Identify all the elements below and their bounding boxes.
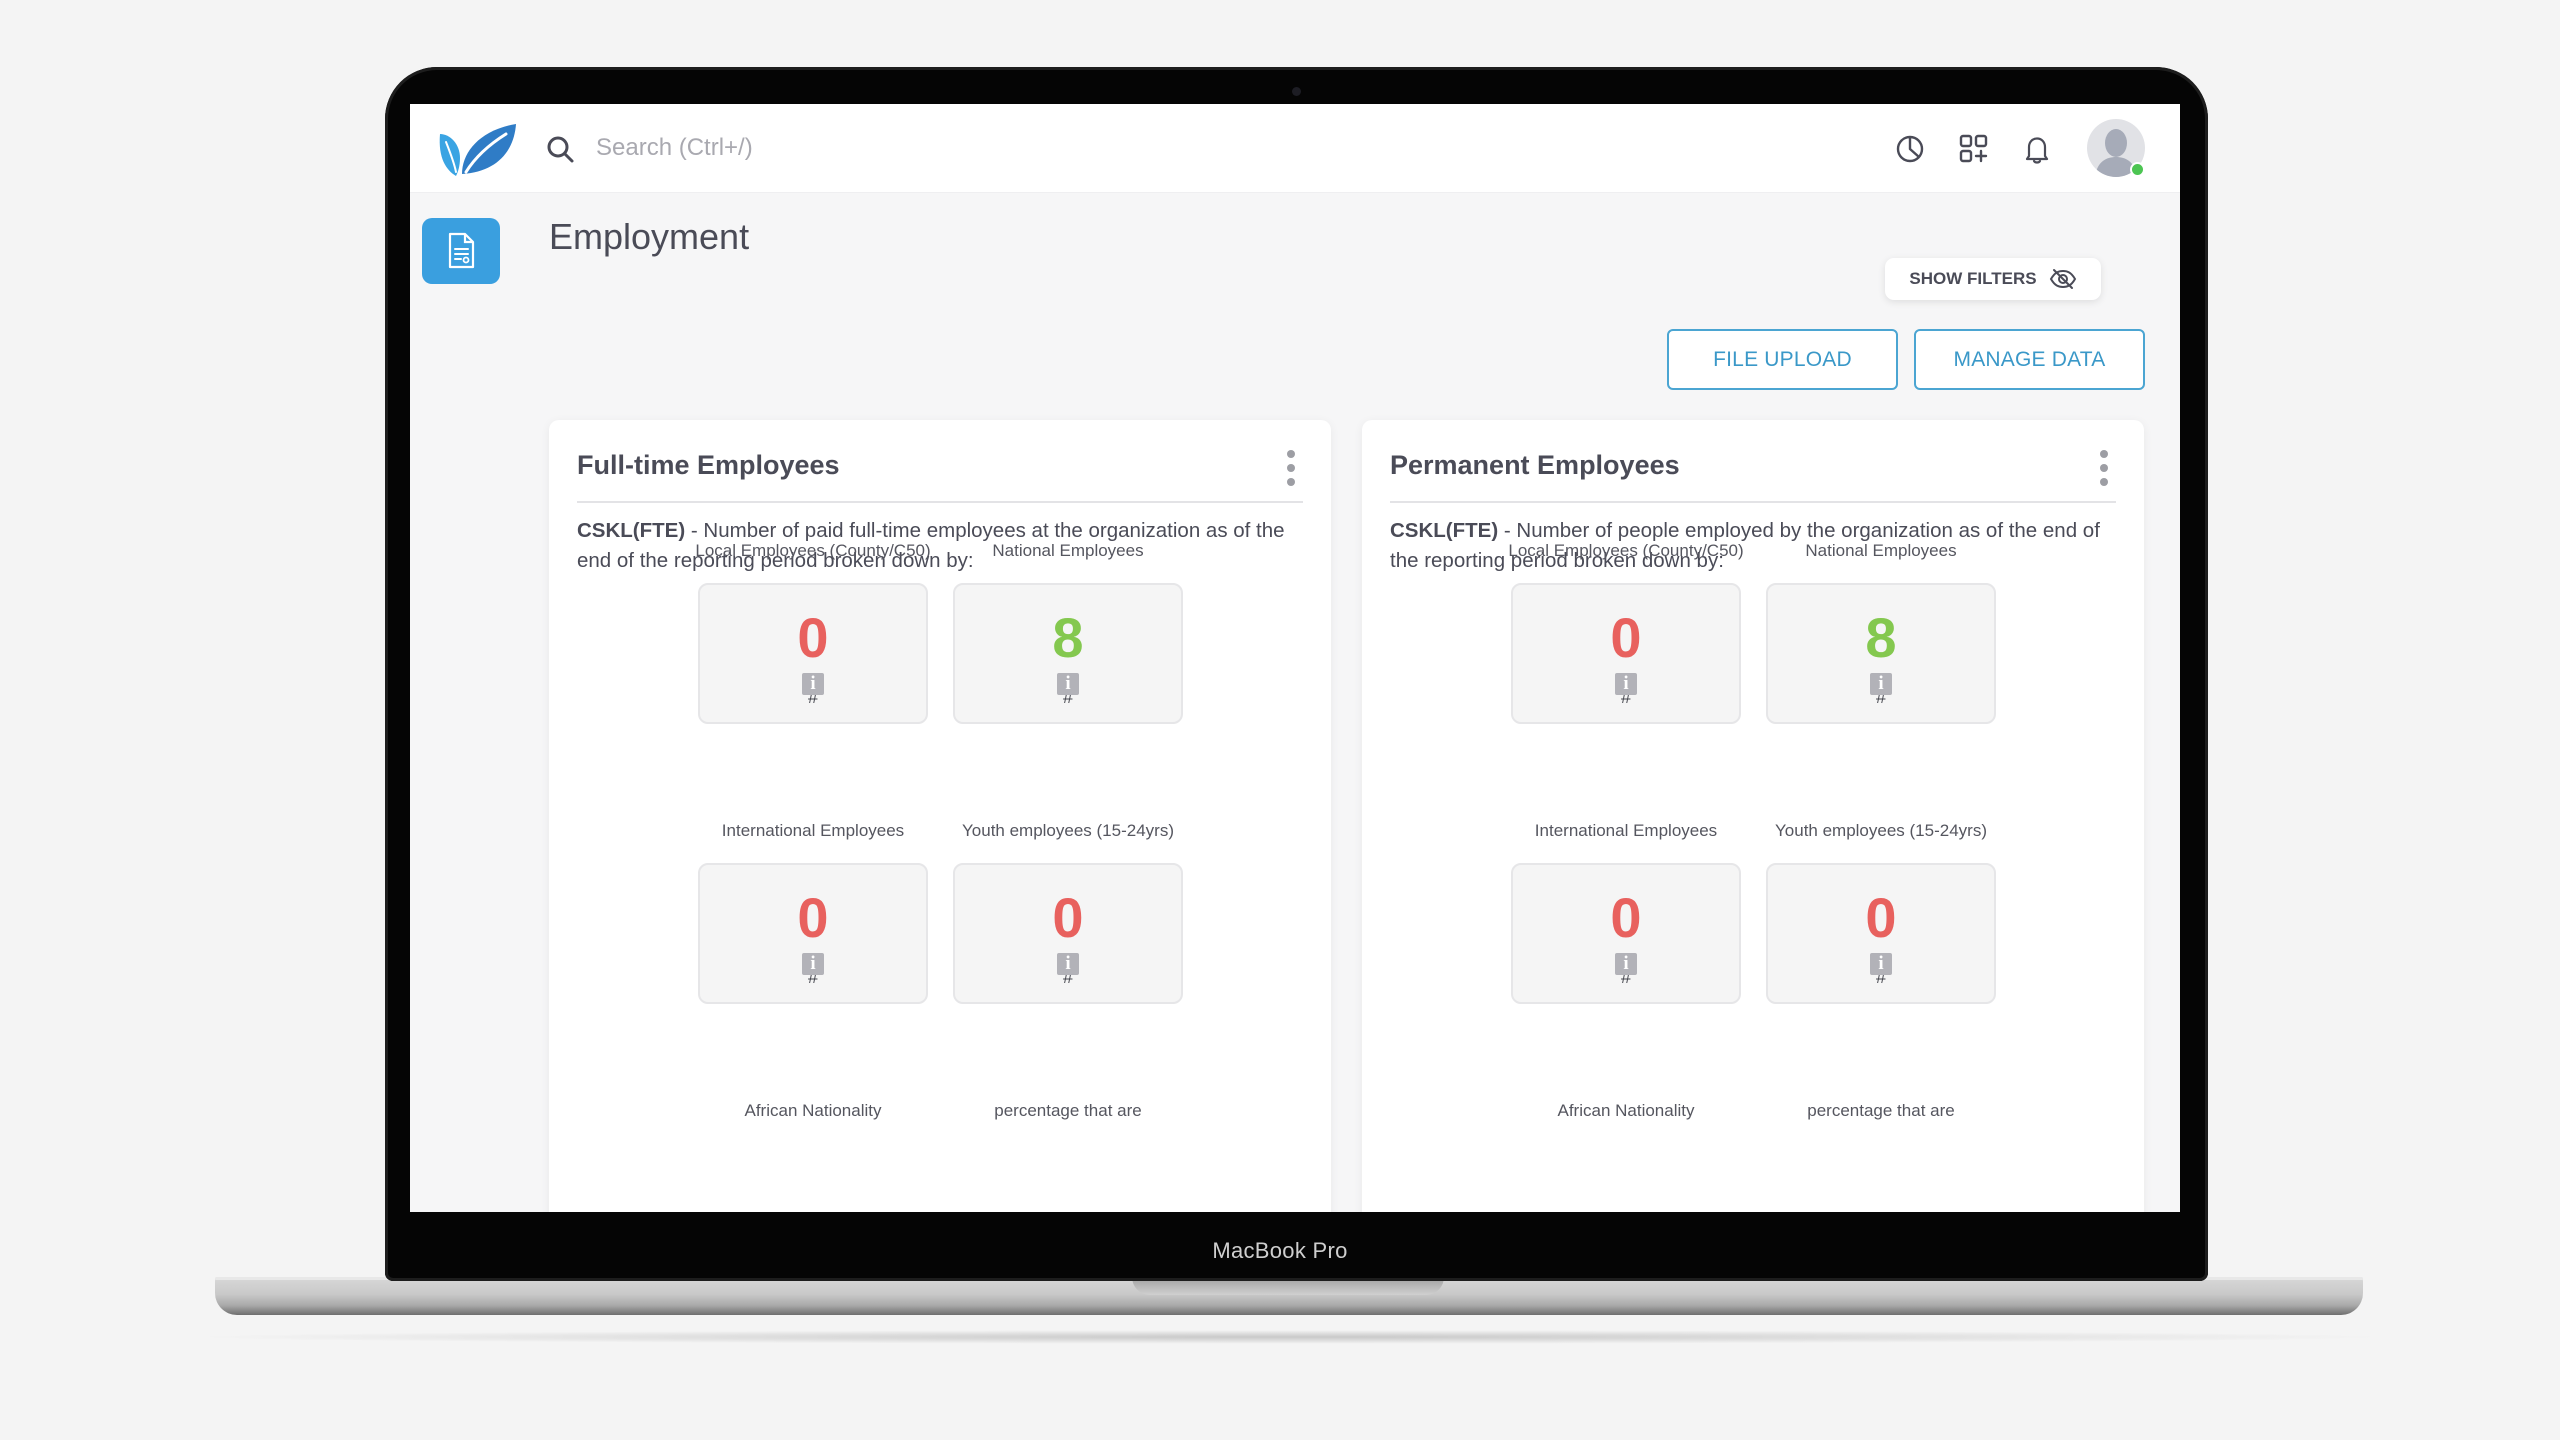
stage: MacBook Pro Search (Ctrl+/) Employment S… [0,0,2560,1440]
camera-icon [1292,87,1301,96]
info-icon[interactable]: i [1057,673,1079,695]
metric-label: International Employees [1534,821,1718,840]
card-permanent-employees: Permanent Employees CSKL(FTE) - Number o… [1362,420,2144,1212]
manage-data-button[interactable]: MANAGE DATA [1914,329,2145,390]
info-icon[interactable]: i [1870,673,1892,695]
metric-value: 0 [1865,886,1897,949]
device-label: MacBook Pro [1212,1238,1348,1263]
top-bar [410,104,2180,193]
card-divider [1390,501,2116,503]
laptop-shadow [180,1330,2400,1344]
card-title: Full-time Employees [577,450,840,480]
metric-tile[interactable]: 0 # [1511,583,1741,724]
info-icon[interactable]: i [1615,673,1637,695]
card-divider [577,501,1303,503]
metric-value: 0 [797,886,829,949]
card-title: Permanent Employees [1390,450,1680,480]
metric-label: National Employees [1805,541,1957,560]
kebab-menu-icon[interactable] [2098,450,2110,486]
online-status-indicator [2130,162,2145,177]
metric-tile[interactable]: 8 # [953,583,1183,724]
info-icon[interactable]: i [802,953,824,975]
metric-value: 8 [1865,606,1897,669]
metric-label: Youth employees (15-24yrs) [1775,821,1987,840]
eye-off-icon [2049,269,2076,289]
metric-tile[interactable]: 0 # [1511,863,1741,1004]
metric-label: National Employees [992,541,1144,560]
bell-icon[interactable] [2020,132,2054,166]
pie-chart-icon[interactable] [1893,132,1927,166]
metric-label: African Nationality [744,1101,882,1120]
info-icon[interactable]: i [802,673,824,695]
metric-label: Local Employees (County/C50) [695,541,931,560]
metric-value: 0 [1610,886,1642,949]
search-icon[interactable] [545,134,577,166]
card-full-time-employees: Full-time Employees CSKL(FTE) - Number o… [549,420,1331,1212]
metric-tile[interactable]: 8 # [1766,583,1996,724]
info-icon[interactable]: i [1615,953,1637,975]
metric-label: percentage that are [994,1101,1142,1120]
show-filters-label: SHOW FILTERS [1909,269,2037,288]
metric-value: 0 [1610,606,1642,669]
leaf-logo-icon[interactable] [436,122,518,176]
kebab-menu-icon[interactable] [1285,450,1297,486]
info-icon[interactable]: i [1057,953,1079,975]
metric-value: 0 [1052,886,1084,949]
metric-tile[interactable]: 0 # [698,863,928,1004]
add-widget-icon[interactable] [1957,132,1991,166]
search-input[interactable] [596,128,1196,168]
metric-label: Youth employees (15-24yrs) [962,821,1174,840]
metric-label: percentage that are [1807,1101,1955,1120]
app-screen: Employment SHOW FILTERS FILE UPLOAD MANA… [410,104,2180,1212]
metric-value: 0 [797,606,829,669]
metric-label: International Employees [721,821,905,840]
show-filters-button[interactable]: SHOW FILTERS [1885,258,2101,300]
metric-tile[interactable]: 0 # [698,583,928,724]
metric-value: 8 [1052,606,1084,669]
metric-label: African Nationality [1557,1101,1695,1120]
file-upload-button[interactable]: FILE UPLOAD [1667,329,1898,390]
metric-tile[interactable]: 0 # [953,863,1183,1004]
sidebar-item-documents[interactable] [422,218,500,284]
info-icon[interactable]: i [1870,953,1892,975]
page-title: Employment [549,216,750,257]
document-icon [448,232,475,269]
metric-label: Local Employees (County/C50) [1508,541,1744,560]
metric-tile[interactable]: 0 # [1766,863,1996,1004]
